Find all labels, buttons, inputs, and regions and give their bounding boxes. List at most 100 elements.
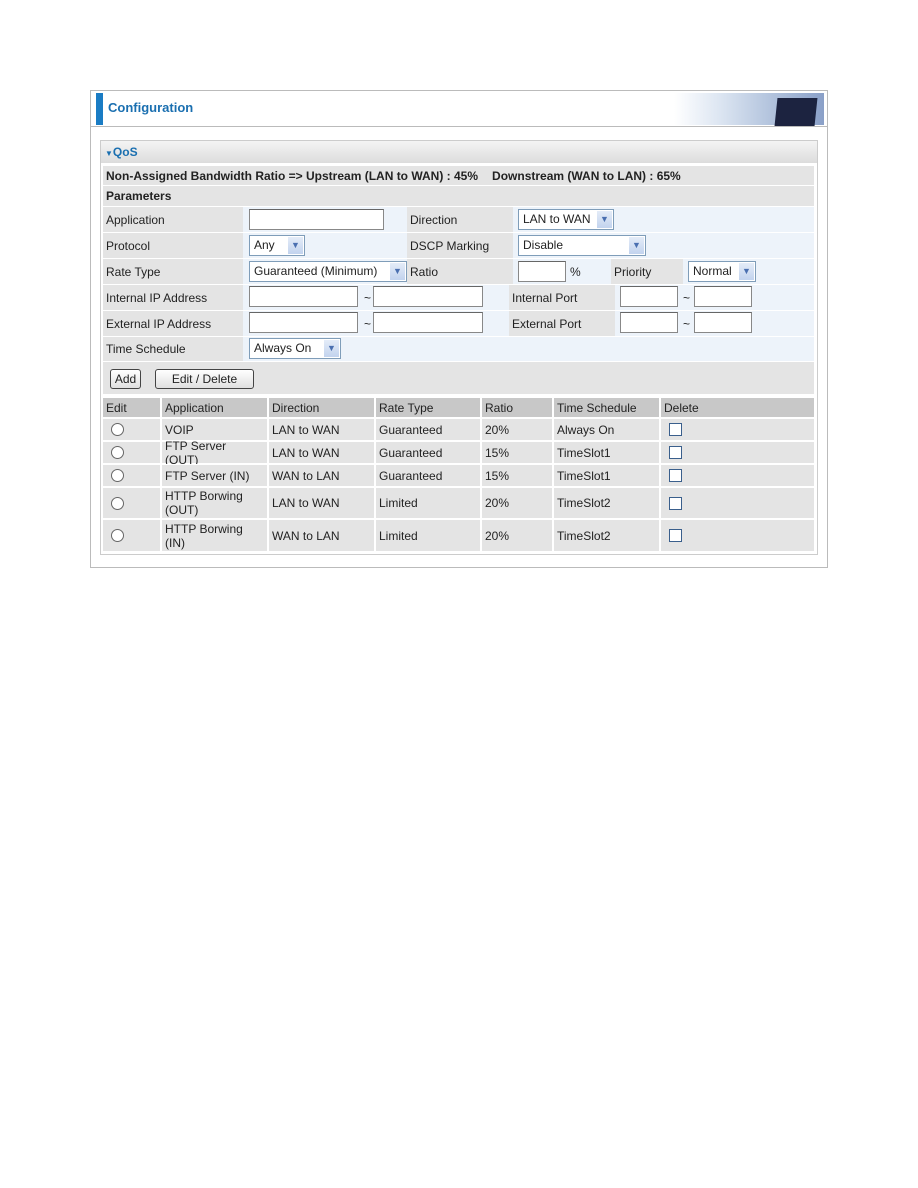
ratio-cell: 20% <box>480 488 552 518</box>
rate-type-cell: Guaranteed <box>374 465 480 486</box>
column-header: Delete <box>659 398 814 417</box>
delete-checkbox[interactable] <box>669 446 682 459</box>
internal-ip-to-input[interactable] <box>373 286 483 307</box>
column-header: Application <box>160 398 267 417</box>
delete-checkbox[interactable] <box>669 529 682 542</box>
schedule-cell: TimeSlot1 <box>552 465 659 486</box>
application-cell: FTP Server (IN) <box>160 465 267 486</box>
delete-cell <box>659 488 814 518</box>
form-row-rate: Rate Type Guaranteed (Minimum) ▼ Ratio % … <box>103 259 814 284</box>
external-ip-label: External IP Address <box>103 311 243 336</box>
header: Configuration <box>90 90 828 127</box>
ratio-cell: 20% <box>480 419 552 440</box>
edit-radio[interactable] <box>111 496 124 510</box>
application-cell: HTTP Borwing (IN) <box>160 520 267 551</box>
rate-type-cell: Limited <box>374 520 480 551</box>
delete-checkbox[interactable] <box>669 423 682 436</box>
application-input[interactable] <box>249 209 384 230</box>
chevron-down-icon: ▼ <box>288 237 303 254</box>
rate-type-select[interactable]: Guaranteed (Minimum) ▼ <box>249 261 407 282</box>
column-header: Edit <box>106 400 127 415</box>
column-header: Rate Type <box>374 398 480 417</box>
add-button[interactable]: Add <box>110 369 141 389</box>
monitor-image <box>774 98 818 126</box>
protocol-select[interactable]: Any ▼ <box>249 235 305 256</box>
rate-type-cell: Guaranteed <box>374 419 480 440</box>
application-cell: HTTP Borwing (OUT) <box>160 488 267 518</box>
application-label: Application <box>103 207 243 232</box>
edit-radio[interactable] <box>111 469 124 482</box>
rate-type-cell: Guaranteed <box>374 442 480 463</box>
range-separator: ~ <box>364 290 372 305</box>
downstream-ratio: Downstream (WAN to LAN) : 65% <box>492 168 681 183</box>
internal-ip-from-input[interactable] <box>249 286 358 307</box>
edit-radio[interactable] <box>111 446 124 459</box>
ratio-input[interactable] <box>518 261 566 282</box>
schedule-cell: Always On <box>552 419 659 440</box>
direction-select[interactable]: LAN to WAN ▼ <box>518 209 614 230</box>
page-title: Configuration <box>108 100 194 115</box>
schedule-cell: TimeSlot2 <box>552 488 659 518</box>
triangle-down-icon: ▼ <box>105 149 113 158</box>
internal-port-to-input[interactable] <box>694 286 752 307</box>
delete-cell <box>659 520 814 551</box>
form-row-application: Application Direction LAN to WAN ▼ <box>103 207 814 232</box>
internal-ip-label: Internal IP Address <box>103 285 243 310</box>
edit-cell <box>103 488 160 518</box>
chevron-down-icon: ▼ <box>390 263 405 280</box>
direction-cell: WAN to LAN <box>267 465 374 486</box>
direction-cell: LAN to WAN <box>267 488 374 518</box>
column-header: Direction <box>267 398 374 417</box>
table-row: VOIP LAN to WAN Guaranteed 20% Always On <box>103 418 814 440</box>
table-row: HTTP Borwing (OUT) LAN to WAN Limited 20% Ti… <box>103 487 814 518</box>
table-header: Edit Application Direction Rate Type Ratio Ti… <box>103 398 814 417</box>
external-port-from-input[interactable] <box>620 312 678 333</box>
application-cell: VOIP <box>160 419 267 440</box>
dscp-select[interactable]: Disable ▼ <box>518 235 646 256</box>
external-ip-from-input[interactable] <box>249 312 358 333</box>
internal-port-from-input[interactable] <box>620 286 678 307</box>
parameters-title: Parameters <box>106 189 172 203</box>
dscp-label: DSCP Marking <box>407 233 513 258</box>
edit-cell <box>103 520 160 551</box>
external-port-to-input[interactable] <box>694 312 752 333</box>
ratio-cell: 15% <box>480 465 552 486</box>
chevron-down-icon: ▼ <box>629 237 644 254</box>
edit-radio[interactable] <box>111 423 124 436</box>
external-ip-to-input[interactable] <box>373 312 483 333</box>
edit-delete-button[interactable]: Edit / Delete <box>155 369 254 389</box>
edit-radio[interactable] <box>111 529 124 542</box>
application-cell: FTP Server (OUT) <box>160 439 267 467</box>
chevron-down-icon: ▼ <box>324 340 339 357</box>
ratio-label: Ratio <box>407 259 513 284</box>
button-row: Add Edit / Delete <box>103 362 814 394</box>
edit-cell <box>103 465 160 486</box>
form-row-internal: Internal IP Address ~ Internal Port ~ <box>103 285 814 310</box>
time-schedule-label: Time Schedule <box>103 337 243 361</box>
range-separator: ~ <box>683 290 691 305</box>
ratio-cell: 15% <box>480 442 552 463</box>
schedule-cell: TimeSlot2 <box>552 520 659 551</box>
table-row: HTTP Borwing (IN) WAN to LAN Limited 20% Tim… <box>103 519 814 551</box>
direction-label: Direction <box>407 207 513 232</box>
delete-checkbox[interactable] <box>669 496 682 510</box>
column-header: Ratio <box>480 398 552 417</box>
rate-type-cell: Limited <box>374 488 480 518</box>
range-separator: ~ <box>683 316 691 331</box>
ratio-cell: 20% <box>480 520 552 551</box>
direction-cell: LAN to WAN <box>267 419 374 440</box>
header-banner-image <box>674 93 824 126</box>
edit-cell <box>103 442 160 463</box>
internal-port-label: Internal Port <box>509 285 615 310</box>
time-schedule-select[interactable]: Always On ▼ <box>249 338 341 359</box>
form-row-external: External IP Address ~ External Port ~ <box>103 311 814 336</box>
qos-section-header[interactable]: ▼QoS <box>101 141 817 163</box>
priority-select[interactable]: Normal ▼ <box>688 261 756 282</box>
range-separator: ~ <box>364 316 372 331</box>
delete-cell <box>659 465 814 486</box>
upstream-ratio: Non-Assigned Bandwidth Ratio => Upstream… <box>106 168 479 183</box>
direction-cell: WAN to LAN <box>267 520 374 551</box>
section-title: QoS <box>112 145 138 159</box>
delete-checkbox[interactable] <box>669 469 682 482</box>
chevron-down-icon: ▼ <box>739 263 754 280</box>
